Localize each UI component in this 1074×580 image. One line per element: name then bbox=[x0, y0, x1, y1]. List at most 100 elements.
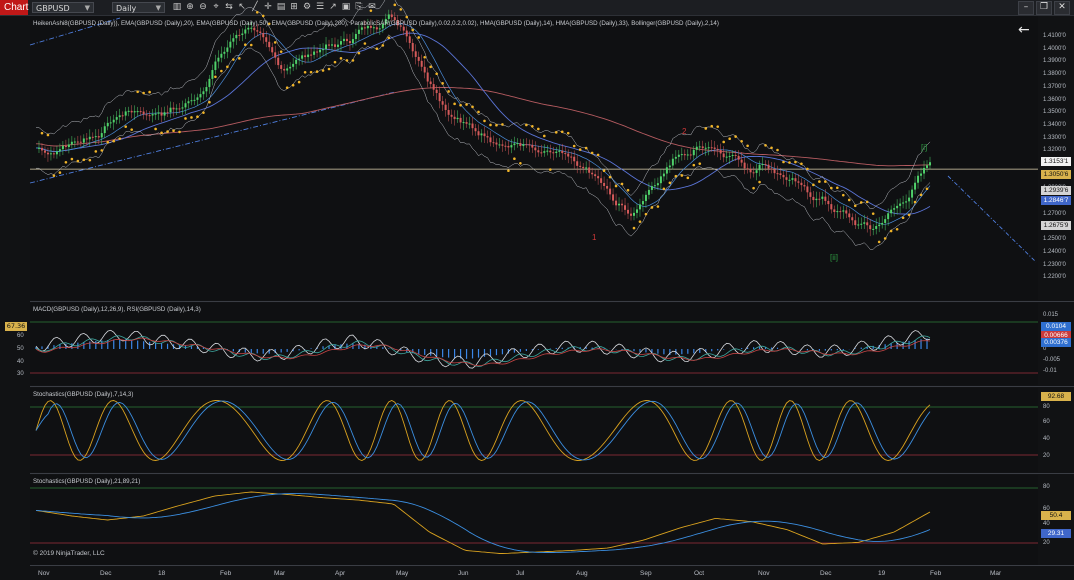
candle-body bbox=[632, 212, 635, 216]
candle-body bbox=[815, 198, 818, 201]
candle-body bbox=[118, 115, 121, 118]
candle-body bbox=[501, 144, 504, 146]
candle-body bbox=[70, 141, 73, 145]
candle-body bbox=[827, 200, 830, 205]
candle-body bbox=[459, 117, 462, 123]
candle-body bbox=[893, 208, 896, 210]
macd-histogram-bar bbox=[818, 349, 820, 351]
candle-body bbox=[788, 179, 791, 181]
parabolic-sar-dot bbox=[309, 70, 313, 74]
candle-body bbox=[794, 178, 797, 182]
candle-body bbox=[136, 111, 139, 113]
parabolic-sar-dot bbox=[578, 148, 582, 151]
macd-histogram-bar bbox=[137, 340, 139, 349]
back-arrow-icon[interactable]: ← bbox=[1018, 22, 1030, 38]
parabolic-sar-dot bbox=[279, 50, 283, 53]
time-axis[interactable]: Nov Dec 18 Feb Mar Apr May Jun Jul Aug Sep Oct Nov De… bbox=[30, 566, 1038, 580]
macd-histogram-bar bbox=[41, 346, 43, 349]
macd-histogram-bar bbox=[752, 347, 755, 349]
candle-body bbox=[884, 219, 887, 223]
parabolic-sar-dot bbox=[70, 157, 74, 161]
candle-body bbox=[866, 222, 869, 226]
parabolic-sar-dot bbox=[626, 188, 630, 192]
macd-histogram-bar bbox=[908, 340, 910, 349]
parabolic-sar-dot bbox=[847, 198, 851, 202]
parabolic-sar-dot bbox=[877, 240, 881, 244]
macd-histogram-bar bbox=[741, 348, 743, 349]
macd-histogram-bar bbox=[286, 349, 288, 352]
candle-body bbox=[325, 44, 328, 50]
macd-histogram-bar bbox=[322, 346, 324, 349]
candle-body bbox=[806, 186, 809, 193]
candle-body bbox=[839, 211, 842, 213]
candle-body bbox=[106, 122, 109, 127]
parabolic-sar-dot bbox=[303, 71, 307, 74]
macd-panel-label: MACD(GBPUSD (Daily),12,26,9), RSI(GBPUSD… bbox=[33, 306, 201, 313]
parabolic-sar-dot bbox=[261, 14, 265, 18]
candle-body bbox=[656, 183, 659, 186]
macd-histogram-bar bbox=[633, 349, 635, 352]
stoch-tick-label: 80 bbox=[1043, 484, 1050, 490]
candle-body bbox=[435, 89, 438, 94]
candle-body bbox=[677, 154, 680, 157]
price-tick-label: 1.2300'0 bbox=[1043, 261, 1066, 268]
candle-body bbox=[375, 27, 378, 30]
parabolic-sar-dot bbox=[560, 130, 564, 134]
parabolic-sar-dot bbox=[596, 153, 600, 157]
candle-body bbox=[624, 205, 627, 210]
parabolic-sar-dot bbox=[459, 103, 462, 107]
candle-body bbox=[513, 143, 516, 146]
parabolic-sar-dot bbox=[566, 131, 570, 135]
candle-body bbox=[609, 188, 612, 195]
macd-histogram-bar bbox=[842, 349, 844, 351]
parabolic-sar-dot bbox=[417, 36, 421, 39]
parabolic-sar-dot bbox=[614, 184, 618, 188]
price-tick-label: 1.2200'0 bbox=[1043, 274, 1066, 281]
macd-histogram-bar bbox=[657, 349, 659, 354]
price-tick-label: 1.3800'0 bbox=[1043, 71, 1066, 78]
macd-histogram-bar bbox=[699, 349, 701, 353]
rsi-line bbox=[35, 329, 931, 369]
candle-body bbox=[241, 33, 244, 35]
candle-body bbox=[193, 99, 196, 101]
candle-body bbox=[492, 142, 495, 144]
candle-body bbox=[573, 156, 576, 162]
candle-body bbox=[797, 181, 800, 183]
stoch-tick-label: 80 bbox=[1043, 404, 1050, 410]
candle-body bbox=[537, 150, 540, 153]
candle-body bbox=[567, 153, 570, 157]
parabolic-sar-dot bbox=[453, 102, 456, 106]
candle-body bbox=[43, 150, 46, 153]
macd-histogram-bar bbox=[860, 347, 862, 349]
candle-body bbox=[689, 154, 692, 156]
parabolic-sar-dot bbox=[363, 42, 367, 45]
candle-body bbox=[444, 104, 447, 110]
candle-body bbox=[336, 44, 339, 47]
candle-body bbox=[450, 114, 453, 117]
candle-body bbox=[911, 189, 914, 198]
macd-histogram-bar bbox=[806, 349, 809, 351]
candle-body bbox=[316, 51, 319, 53]
time-axis-label: 19 bbox=[878, 570, 886, 577]
candle-body bbox=[579, 165, 582, 167]
candle-body bbox=[97, 136, 100, 138]
candle-body bbox=[259, 31, 262, 34]
parabolic-sar-dot bbox=[333, 60, 337, 64]
candle-body bbox=[319, 49, 322, 53]
candle-body bbox=[740, 159, 743, 163]
copyright-text: © 2019 NinjaTrader, LLC bbox=[33, 550, 105, 557]
candle-body bbox=[145, 114, 148, 116]
candle-body bbox=[411, 42, 414, 52]
candle-body bbox=[597, 176, 600, 179]
parabolic-sar-dot bbox=[865, 200, 869, 204]
candle-body bbox=[764, 164, 767, 166]
candle-body bbox=[659, 176, 662, 184]
macd-histogram-bar bbox=[621, 349, 623, 350]
candle-body bbox=[61, 145, 64, 150]
macd-histogram-bar bbox=[95, 340, 97, 349]
parabolic-sar-dot bbox=[339, 57, 343, 60]
parabolic-sar-dot bbox=[429, 65, 432, 69]
parabolic-sar-dot bbox=[136, 90, 139, 94]
candle-body bbox=[271, 47, 274, 53]
chart-canvas bbox=[29, 0, 1038, 554]
